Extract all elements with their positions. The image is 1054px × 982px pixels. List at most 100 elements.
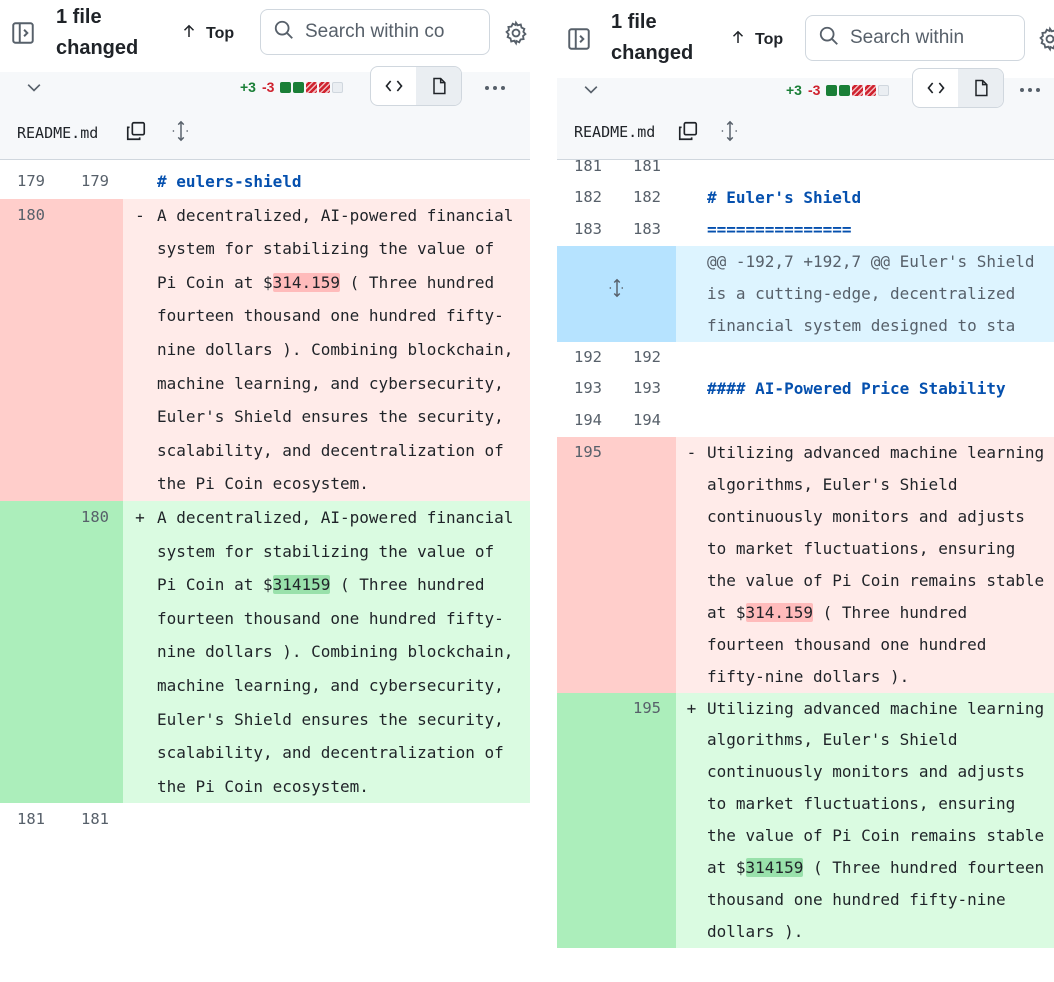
code-text: Utilizing advanced machine learning algo…: [707, 698, 1054, 878]
search-box[interactable]: [260, 9, 490, 55]
old-line-number[interactable]: 180: [0, 198, 62, 501]
diff-row-hunk-header: @@ -192,7 +192,7 @@ Euler's Shield is a …: [557, 245, 1054, 342]
file-view-icon[interactable]: [958, 69, 1003, 107]
old-line-number[interactable]: [0, 500, 62, 804]
expand-all-icon[interactable]: [170, 120, 192, 142]
deletions-count: -3: [261, 79, 275, 95]
search-input[interactable]: [305, 21, 445, 43]
code-view-icon[interactable]: [913, 69, 958, 107]
chevron-down-icon[interactable]: [581, 80, 601, 100]
search-icon: [818, 25, 840, 52]
old-line-number[interactable]: 194: [557, 405, 615, 437]
top-label: Top: [755, 30, 784, 48]
new-line-number[interactable]: [615, 437, 676, 693]
file-header: +3 -3 README.md: [557, 68, 1054, 160]
diff-row-added: 195 + Utilizing advanced machine learnin…: [557, 692, 1054, 948]
additions-count: +3: [240, 79, 256, 95]
expand-icon: [606, 277, 628, 310]
diff-sign: [676, 342, 707, 374]
new-line-number[interactable]: 194: [615, 405, 676, 437]
search-box[interactable]: [805, 15, 1025, 61]
search-icon: [273, 19, 295, 46]
old-line-number[interactable]: 183: [557, 214, 615, 246]
new-line-number[interactable]: 192: [615, 342, 676, 374]
code-line: A decentralized, AI-powered financial sy…: [157, 500, 530, 804]
old-line-number[interactable]: 181: [0, 803, 62, 837]
hunk-header-text: @@ -192,7 +192,7 @@ Euler's Shield is a …: [676, 245, 1054, 342]
arrow-up-icon: [729, 28, 747, 51]
diffstat-block-deleted: [852, 84, 864, 96]
code-line: Utilizing advanced machine learning algo…: [707, 437, 1054, 693]
new-line-number[interactable]: 180: [62, 500, 123, 804]
diff-sign: +: [123, 500, 157, 804]
file-name[interactable]: README.md: [17, 124, 98, 142]
expand-hunk-button[interactable]: [557, 245, 676, 342]
toolbar: 1 file changed Top: [0, 0, 530, 72]
sidebar-toggle-icon[interactable]: [566, 26, 592, 52]
code-view-icon[interactable]: [371, 67, 416, 105]
view-toggle: [370, 66, 462, 106]
diffstat-block-deleted: [865, 84, 877, 96]
additions-count: +3: [786, 82, 802, 98]
more-options-icon[interactable]: [1018, 80, 1042, 100]
diffstat: +3 -3: [786, 82, 890, 98]
diffstat-block-added: [826, 84, 838, 96]
search-input[interactable]: [850, 27, 970, 49]
new-line-number[interactable]: 181: [62, 803, 123, 837]
old-line-number[interactable]: 192: [557, 342, 615, 374]
diff-row-context: 182 182 # Euler's Shield: [557, 182, 1054, 214]
diff-sign: [123, 165, 157, 199]
diff-row-deleted: 180 - A decentralized, AI-powered financ…: [0, 198, 530, 501]
copy-icon[interactable]: [677, 120, 699, 142]
toolbar: 1 file changed Top: [557, 0, 1054, 78]
new-line-number[interactable]: 183: [615, 214, 676, 246]
expand-all-icon[interactable]: [719, 120, 741, 142]
sidebar-toggle-icon[interactable]: [10, 20, 36, 46]
diff-sign: [676, 150, 707, 182]
gear-icon[interactable]: [503, 20, 529, 46]
changed-text-highlight: 314.159: [272, 272, 341, 292]
diff-sign: [123, 803, 157, 837]
new-line-number[interactable]: 181: [615, 150, 676, 182]
new-line-number[interactable]: 182: [615, 182, 676, 214]
diff-row-context: 183 183 ===============: [557, 214, 1054, 246]
diff-row-context: 181 181: [0, 803, 530, 837]
old-line-number[interactable]: 195: [557, 437, 615, 693]
diff-table: 179 179 # eulers-shield 180 - A decentra…: [0, 165, 530, 982]
view-toggle: [912, 68, 1004, 108]
diff-row-context: 194 194: [557, 405, 1054, 437]
old-line-number[interactable]: 181: [557, 150, 615, 182]
copy-icon[interactable]: [125, 120, 147, 142]
old-line-number[interactable]: 182: [557, 182, 615, 214]
old-line-number[interactable]: 179: [0, 165, 62, 199]
new-line-number[interactable]: 179: [62, 165, 123, 199]
file-view-icon[interactable]: [416, 67, 461, 105]
more-options-icon[interactable]: [483, 78, 507, 98]
top-button[interactable]: Top: [729, 28, 783, 51]
old-line-number[interactable]: 193: [557, 373, 615, 405]
new-line-number[interactable]: [62, 198, 123, 501]
gear-icon[interactable]: [1037, 26, 1054, 52]
diff-table: 181 181 182 182 # Euler's Shield 183 183…: [557, 150, 1054, 982]
diff-sign: -: [123, 198, 157, 501]
diff-panel-right: 1 file changed Top +3 -3: [557, 0, 1054, 982]
diff-sign: [676, 373, 707, 405]
old-line-number[interactable]: [557, 692, 615, 948]
diffstat-block-added: [293, 81, 305, 93]
new-line-number[interactable]: 193: [615, 373, 676, 405]
file-header: +3 -3 README.md: [0, 66, 530, 160]
new-line-number[interactable]: 195: [615, 692, 676, 948]
changed-text-highlight: 314159: [745, 858, 804, 878]
diffstat-block-neutral: [878, 84, 890, 96]
diffstat-block-added: [280, 81, 292, 93]
diffstat-block-neutral: [332, 81, 344, 93]
diff-sign: +: [676, 692, 707, 948]
file-name[interactable]: README.md: [574, 123, 655, 141]
chevron-down-icon[interactable]: [24, 78, 44, 98]
code-line: Utilizing advanced machine learning algo…: [707, 692, 1054, 948]
top-label: Top: [206, 24, 235, 42]
top-button[interactable]: Top: [180, 22, 234, 45]
file-count: 1 file changed: [611, 11, 694, 64]
